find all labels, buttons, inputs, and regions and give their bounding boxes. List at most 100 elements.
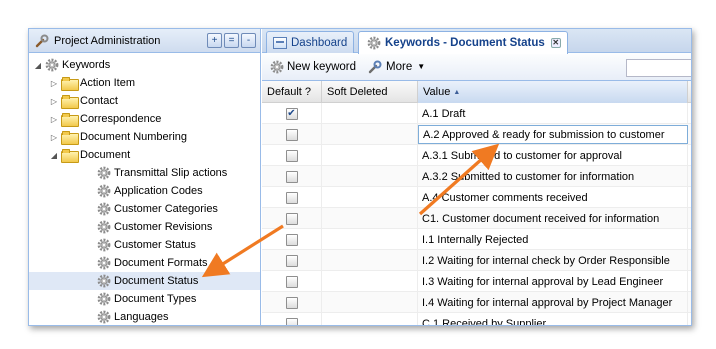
grid-row[interactable]: A.3.1 Submitted to customer for approval bbox=[262, 145, 691, 166]
grid-row[interactable]: ✔ A.1 Draft bbox=[262, 103, 691, 124]
soft-deleted-cell[interactable] bbox=[322, 313, 418, 325]
expanded-arrow-icon[interactable]: ◢ bbox=[49, 150, 59, 160]
grid-row[interactable]: A.3.2 Submitted to customer for informat… bbox=[262, 166, 691, 187]
tree-node[interactable]: Document Status bbox=[29, 272, 260, 290]
tree-node-label: Document Status bbox=[114, 275, 199, 287]
grid-row[interactable]: I.1 Internally Rejected bbox=[262, 229, 691, 250]
default-checkbox[interactable] bbox=[285, 275, 298, 288]
value-cell[interactable]: I.1 Internally Rejected bbox=[418, 229, 688, 250]
default-cell bbox=[262, 313, 322, 325]
soft-deleted-cell[interactable] bbox=[322, 292, 418, 313]
value-cell[interactable]: A.3.2 Submitted to customer for informat… bbox=[418, 166, 688, 187]
value-cell[interactable]: A.1 Draft bbox=[418, 103, 688, 124]
tree-node[interactable]: ▷ Document Numbering bbox=[29, 128, 260, 146]
new-keyword-button[interactable]: New keyword bbox=[268, 60, 356, 74]
tree-node[interactable]: Document Formats bbox=[29, 254, 260, 272]
grid-row[interactable]: I.4 Waiting for internal approval by Pro… bbox=[262, 292, 691, 313]
default-checkbox[interactable] bbox=[285, 149, 298, 162]
grid-header: Default ? Soft Deleted Value ▲ bbox=[262, 81, 691, 103]
soft-deleted-cell[interactable] bbox=[322, 166, 418, 187]
tree-node[interactable]: ▷ Contact bbox=[29, 92, 260, 110]
value-cell[interactable]: C1. Customer document received for infor… bbox=[418, 208, 688, 229]
gear-icon bbox=[97, 238, 111, 252]
soft-deleted-cell[interactable] bbox=[322, 103, 418, 124]
value-cell[interactable]: I.3 Waiting for internal approval by Lea… bbox=[418, 271, 688, 292]
more-menu-button[interactable]: More ▼ bbox=[368, 60, 425, 74]
grid-row[interactable]: I.2 Waiting for internal check by Order … bbox=[262, 250, 691, 271]
tree-node-label: Action Item bbox=[80, 77, 136, 89]
tree-node[interactable]: Document Types bbox=[29, 290, 260, 308]
collapse-all-button[interactable]: - bbox=[241, 33, 256, 48]
keywords-tree: ◢ Keywords ▷ Action Item ▷ Contact ▷ Correspond… bbox=[29, 53, 260, 325]
tree-node[interactable]: Transmittal Slip actions bbox=[29, 164, 260, 182]
search-input[interactable] bbox=[626, 59, 691, 77]
value-editor-input[interactable]: A.2 Approved & ready for submission to c… bbox=[418, 125, 688, 144]
grid-row[interactable]: A.4 Customer comments received bbox=[262, 187, 691, 208]
refresh-button[interactable]: = bbox=[224, 33, 239, 48]
tree-node-label: Correspondence bbox=[80, 113, 162, 125]
tree-node[interactable]: Customer Revisions bbox=[29, 218, 260, 236]
soft-deleted-cell[interactable] bbox=[322, 145, 418, 166]
tree-node[interactable]: ▷ Action Item bbox=[29, 74, 260, 92]
tree-node[interactable]: Application Codes bbox=[29, 182, 260, 200]
default-checkbox[interactable] bbox=[285, 296, 298, 309]
collapsed-arrow-icon[interactable]: ▷ bbox=[49, 96, 59, 106]
gear-icon bbox=[367, 36, 381, 50]
default-checkbox[interactable] bbox=[285, 233, 298, 246]
tree-node[interactable]: ◢ Keywords bbox=[29, 56, 260, 74]
default-checkbox[interactable] bbox=[285, 254, 298, 267]
soft-deleted-cell[interactable] bbox=[322, 208, 418, 229]
expand-all-button[interactable]: + bbox=[207, 33, 222, 48]
expanded-arrow-icon[interactable]: ◢ bbox=[33, 60, 43, 70]
panel-title: Project Administration bbox=[54, 34, 161, 47]
soft-deleted-cell[interactable] bbox=[322, 187, 418, 208]
default-checkbox[interactable] bbox=[285, 170, 298, 183]
tree-node-label: Contact bbox=[80, 95, 118, 107]
tree-node[interactable]: Languages bbox=[29, 308, 260, 325]
tree-node[interactable]: ◢ Document bbox=[29, 146, 260, 164]
collapsed-arrow-icon[interactable]: ▷ bbox=[49, 132, 59, 142]
tree-node-label: Document Numbering bbox=[80, 131, 187, 143]
default-cell bbox=[262, 292, 322, 313]
value-cell[interactable]: I.4 Waiting for internal approval by Pro… bbox=[418, 292, 688, 313]
tree-node-label: Languages bbox=[114, 311, 169, 323]
default-checkbox[interactable]: ✔ bbox=[285, 107, 298, 120]
grid-row[interactable]: C1. Customer document received for infor… bbox=[262, 208, 691, 229]
tree-node-label: Customer Revisions bbox=[114, 221, 213, 233]
default-checkbox[interactable] bbox=[285, 212, 298, 225]
grid-row[interactable]: A.2 Approved & ready for submission to c… bbox=[262, 124, 691, 145]
soft-deleted-cell[interactable] bbox=[322, 124, 418, 145]
default-checkbox[interactable] bbox=[285, 317, 298, 325]
tree-node[interactable]: ▷ Correspondence bbox=[29, 110, 260, 128]
default-checkbox[interactable] bbox=[285, 191, 298, 204]
default-cell bbox=[262, 229, 322, 250]
tree-node-label: Document Types bbox=[114, 293, 197, 305]
more-label: More bbox=[386, 60, 413, 73]
soft-deleted-cell[interactable] bbox=[322, 250, 418, 271]
default-checkbox[interactable] bbox=[285, 128, 298, 141]
grid-row[interactable]: C.1 Received by Supplier bbox=[262, 313, 691, 325]
gear-icon bbox=[270, 60, 284, 73]
soft-deleted-cell[interactable] bbox=[322, 271, 418, 292]
value-cell[interactable]: A.3.1 Submitted to customer for approval bbox=[418, 145, 688, 166]
tree-node[interactable]: Customer Status bbox=[29, 236, 260, 254]
grid-row[interactable]: I.3 Waiting for internal approval by Lea… bbox=[262, 271, 691, 292]
column-header-value-label: Value bbox=[423, 86, 451, 98]
column-header-soft-deleted[interactable]: Soft Deleted bbox=[322, 81, 418, 103]
value-cell[interactable]: C.1 Received by Supplier bbox=[418, 313, 688, 325]
value-cell[interactable]: A.4 Customer comments received bbox=[418, 187, 688, 208]
default-cell bbox=[262, 250, 322, 271]
value-cell[interactable]: I.2 Waiting for internal check by Order … bbox=[418, 250, 688, 271]
gear-icon bbox=[97, 256, 111, 270]
tree-node-label: Document bbox=[80, 149, 131, 161]
column-header-default[interactable]: Default ? bbox=[262, 81, 322, 103]
tree-node[interactable]: Customer Categories bbox=[29, 200, 260, 218]
collapsed-arrow-icon[interactable]: ▷ bbox=[49, 78, 59, 88]
soft-deleted-cell[interactable] bbox=[322, 229, 418, 250]
column-header-value[interactable]: Value ▲ bbox=[418, 81, 688, 103]
tab-dashboard[interactable]: Dashboard bbox=[266, 31, 355, 53]
tree-node-label: Customer Status bbox=[114, 239, 196, 251]
close-icon[interactable]: ✕ bbox=[550, 38, 561, 48]
tab-keywords-document-status[interactable]: Keywords - Document Status ✕ bbox=[358, 31, 568, 54]
collapsed-arrow-icon[interactable]: ▷ bbox=[49, 114, 59, 124]
